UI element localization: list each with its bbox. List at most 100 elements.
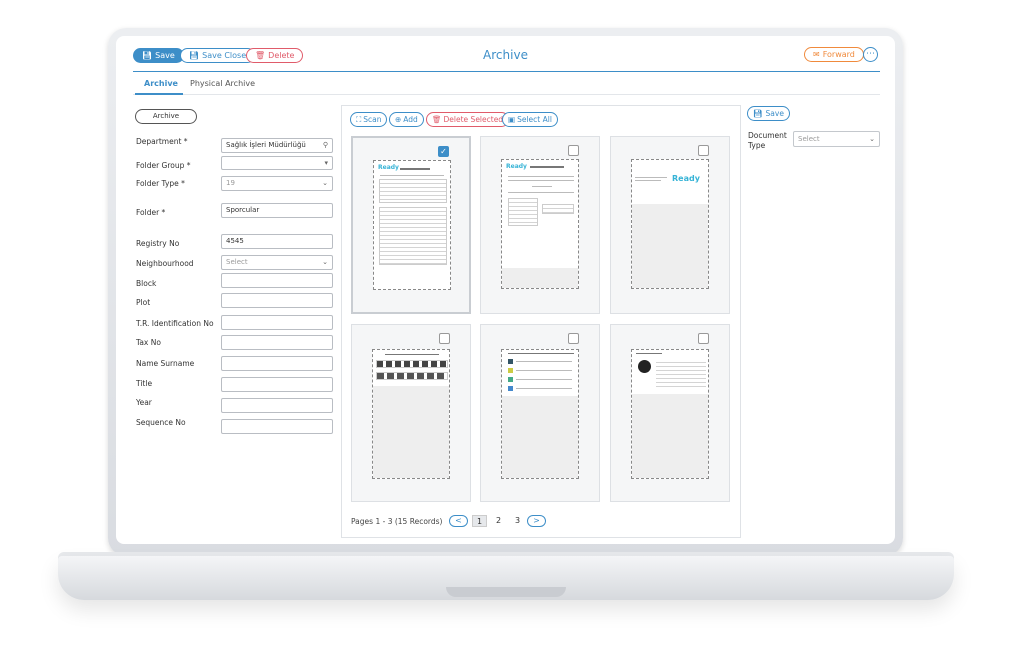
doc-heading <box>508 353 574 354</box>
document-checkbox[interactable] <box>698 333 709 344</box>
doc-bullet <box>508 359 513 364</box>
save-icon: 💾︎ <box>753 109 763 118</box>
title-label: Title <box>136 379 153 388</box>
ready-logo: Ready <box>672 174 700 183</box>
document-type-select[interactable]: Select ⌄ <box>793 131 880 147</box>
document-thumbnail: Ready <box>501 159 579 289</box>
document-card-4[interactable] <box>351 324 471 502</box>
tax-no-input[interactable] <box>221 335 333 350</box>
doc-table <box>508 198 538 226</box>
tr-identification-no-input[interactable] <box>221 315 333 330</box>
document-checkbox[interactable] <box>439 333 450 344</box>
doc-table <box>379 207 447 265</box>
document-card-6[interactable] <box>610 324 730 502</box>
doc-line <box>516 379 572 380</box>
document-thumbnail: Ready <box>631 159 709 289</box>
document-card-5[interactable] <box>480 324 600 502</box>
neighbourhood-label: Neighbourhood <box>136 259 194 268</box>
name-surname-input[interactable] <box>221 356 333 371</box>
doc-line <box>508 180 574 181</box>
document-card-1[interactable]: ✓ Ready <box>351 136 471 314</box>
document-checkbox[interactable] <box>698 145 709 156</box>
folder-group-select[interactable]: ▾ <box>221 156 333 170</box>
doc-bullet <box>508 368 513 373</box>
header: 💾︎ Save 💾︎ Save Close 🗑︎ Delete Archive … <box>116 36 895 72</box>
doc-blank-area <box>502 396 578 478</box>
doc-line <box>635 177 667 178</box>
page-2-button[interactable]: 2 <box>491 515 506 527</box>
folder-label: Folder * <box>136 208 166 217</box>
archive-button[interactable]: Archive <box>135 109 197 124</box>
trash-icon: 🗑︎ <box>432 115 442 124</box>
forward-icon: ✉︎ <box>813 50 820 59</box>
year-input[interactable] <box>221 398 333 413</box>
tabs-divider <box>133 94 880 95</box>
chevron-down-icon: ⌄ <box>869 135 875 143</box>
sequence-no-input[interactable] <box>221 419 333 434</box>
registry-no-input[interactable]: 4545 <box>221 234 333 249</box>
sequence-no-label: Sequence No <box>136 418 186 427</box>
next-page-button[interactable]: > <box>527 515 546 527</box>
doc-line <box>508 176 574 177</box>
select-all-icon: ▣ <box>508 115 516 124</box>
forward-button-label: Forward <box>822 50 855 59</box>
department-input[interactable]: Sağlık İşleri Müdürlüğü ⚲ <box>221 138 333 153</box>
select-all-button-label: Select All <box>517 115 552 124</box>
document-checkbox[interactable] <box>568 333 579 344</box>
document-card-3[interactable]: Ready <box>610 136 730 314</box>
neighbourhood-select[interactable]: Select ⌄ <box>221 255 333 270</box>
chevron-down-icon: ⌄ <box>322 258 328 266</box>
ready-logo: Ready <box>378 164 399 171</box>
delete-selected-button[interactable]: 🗑︎ Delete Selected <box>426 112 510 127</box>
year-label: Year <box>136 398 152 407</box>
tab-physical-archive[interactable]: Physical Archive <box>190 79 255 88</box>
doc-line <box>516 361 572 362</box>
document-type-label: Document Type <box>748 131 787 150</box>
doc-heading <box>530 166 564 168</box>
doc-heading <box>385 354 439 355</box>
document-thumbnail <box>631 349 709 479</box>
plus-icon: ⊕ <box>395 115 402 124</box>
document-thumbnail <box>501 349 579 479</box>
doc-line <box>508 192 574 193</box>
doc-text-block <box>656 359 706 389</box>
page-1-button[interactable]: 1 <box>472 515 487 527</box>
header-divider <box>133 71 880 72</box>
page-title: Archive <box>483 48 528 62</box>
document-card-2[interactable]: Ready <box>480 136 600 314</box>
plot-input[interactable] <box>221 293 333 308</box>
doc-bullet <box>508 377 513 382</box>
doc-photos <box>376 360 448 368</box>
document-save-label: Save <box>765 109 784 118</box>
page-3-button[interactable]: 3 <box>510 515 525 527</box>
folder-type-select[interactable]: 19 ⌄ <box>221 176 333 191</box>
scan-button[interactable]: ⛶ Scan <box>350 112 388 127</box>
more-options-button[interactable]: ⋯ <box>863 47 878 62</box>
registry-no-label: Registry No <box>136 239 180 248</box>
doc-blank-area <box>632 204 708 288</box>
forward-button[interactable]: ✉︎ Forward <box>804 47 864 62</box>
more-icon: ⋯ <box>866 49 875 59</box>
chevron-down-icon: ⌄ <box>322 179 328 187</box>
search-icon[interactable]: ⚲ <box>323 139 328 152</box>
select-all-button[interactable]: ▣ Select All <box>502 112 558 127</box>
block-input[interactable] <box>221 273 333 288</box>
title-input[interactable] <box>221 377 333 392</box>
tab-archive[interactable]: Archive <box>144 79 178 88</box>
document-type-value: Select <box>798 135 820 143</box>
add-button[interactable]: ⊕ Add <box>389 112 424 127</box>
folder-input[interactable]: Sporcular <box>221 203 333 218</box>
name-surname-label: Name Surname <box>136 359 195 368</box>
pagination-summary: Pages 1 - 3 (15 Records) <box>351 517 443 526</box>
chevron-down-icon: ▾ <box>324 159 328 167</box>
document-save-button[interactable]: 💾︎ Save <box>747 106 790 121</box>
app-screen: 💾︎ Save 💾︎ Save Close 🗑︎ Delete Archive … <box>116 36 895 544</box>
document-checkbox-checked[interactable]: ✓ <box>438 146 449 157</box>
document-checkbox[interactable] <box>568 145 579 156</box>
prev-page-button[interactable]: < <box>449 515 468 527</box>
doc-line <box>380 175 444 176</box>
doc-badge <box>638 360 651 373</box>
tax-no-label: Tax No <box>136 338 161 347</box>
doc-line <box>516 370 572 371</box>
doc-line <box>532 186 552 187</box>
